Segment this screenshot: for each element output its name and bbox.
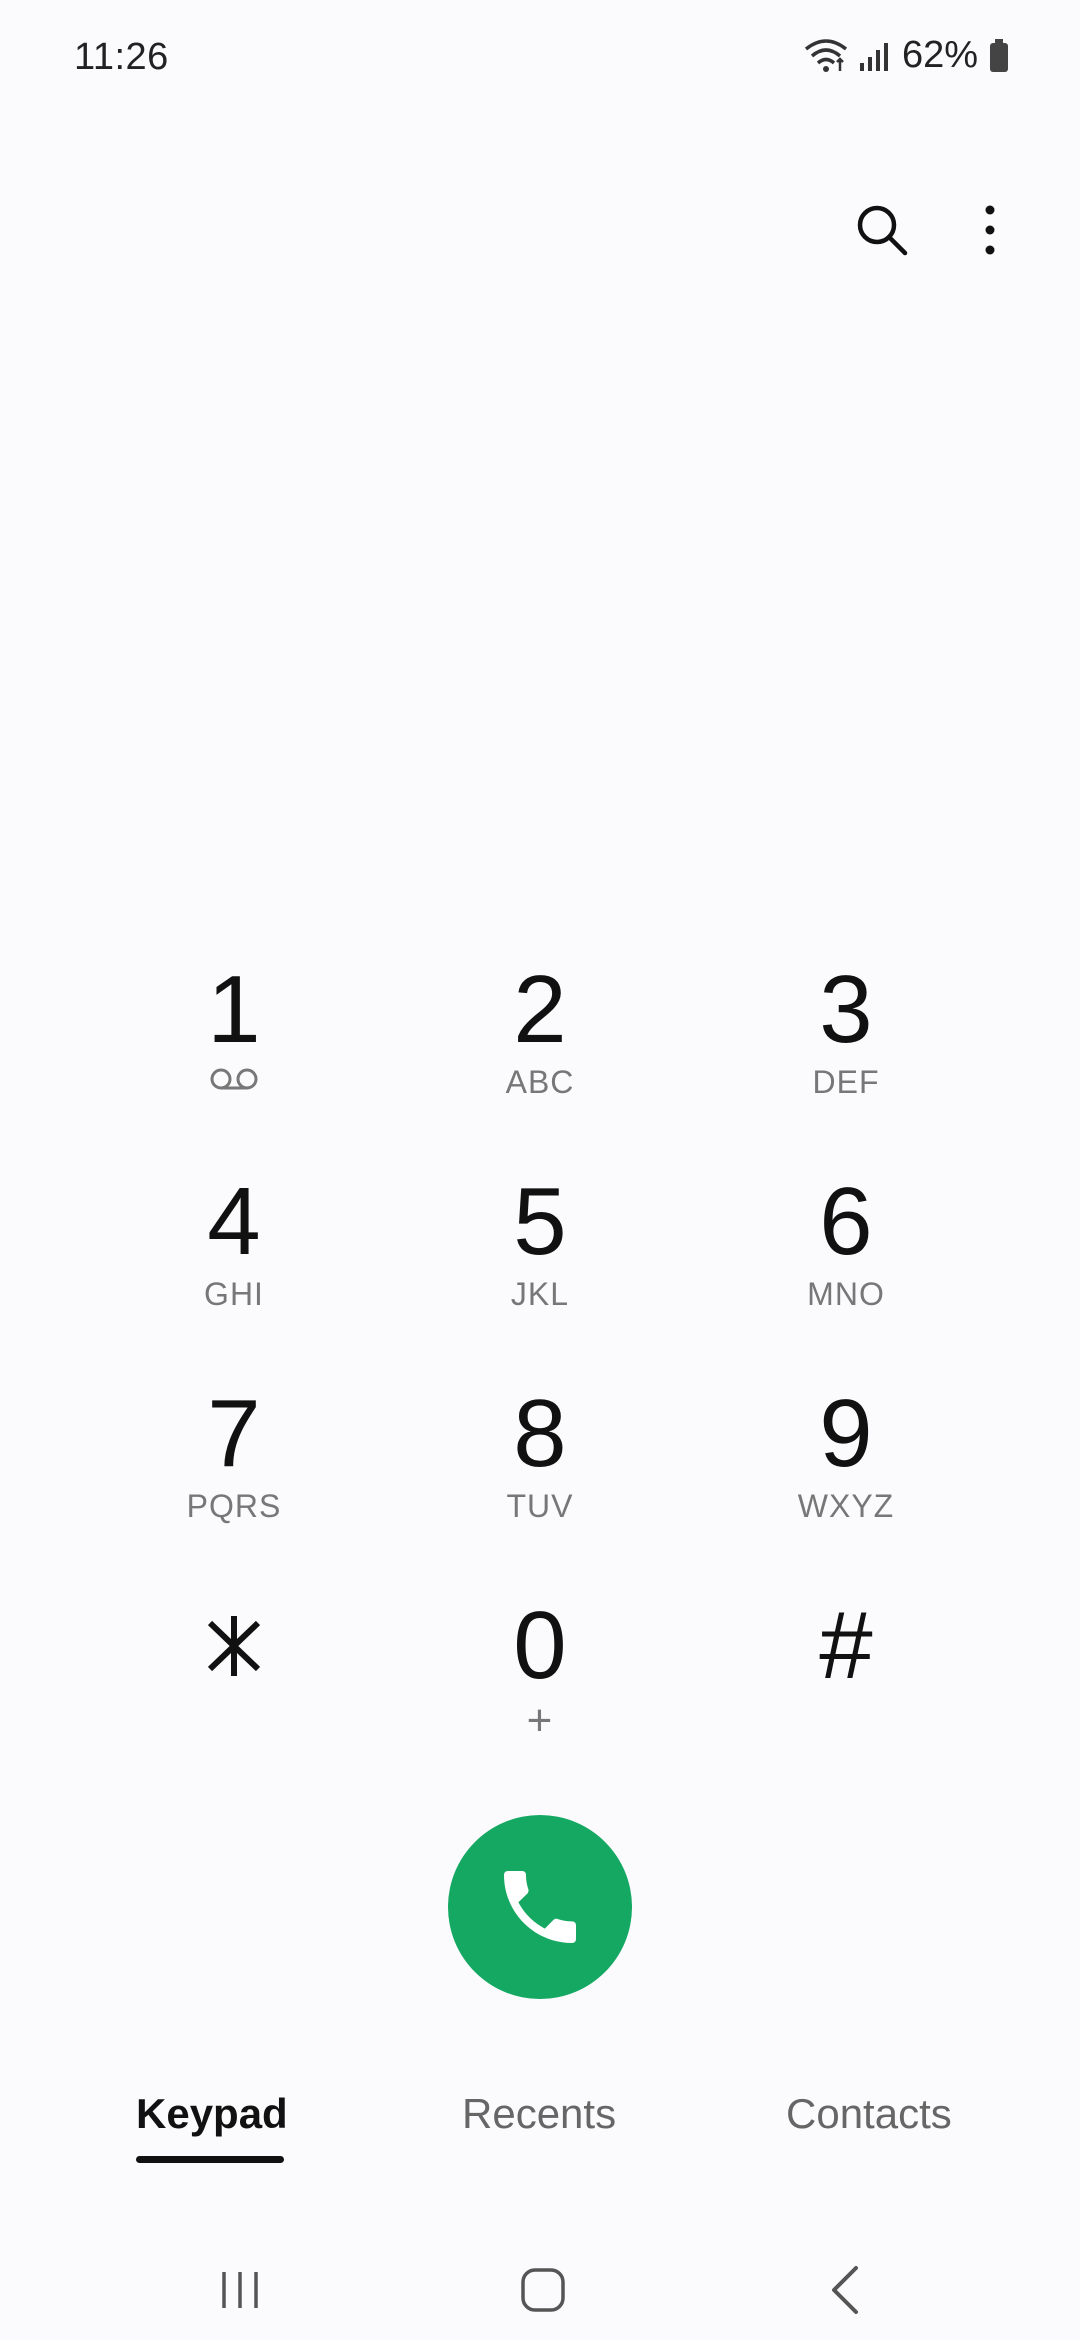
keypad-row: 0 + # bbox=[0, 1596, 1080, 1808]
key-letters: DEF bbox=[812, 1064, 880, 1100]
active-tab-indicator bbox=[136, 2156, 284, 2163]
key-star[interactable] bbox=[81, 1596, 387, 1808]
key-digit: 3 bbox=[819, 956, 873, 1063]
key-1[interactable]: 1 bbox=[81, 960, 387, 1172]
back-button[interactable] bbox=[806, 2250, 886, 2330]
key-letters: PQRS bbox=[186, 1488, 282, 1524]
key-letters: + bbox=[526, 1696, 554, 1745]
key-letters: JKL bbox=[510, 1276, 570, 1312]
key-digit: 8 bbox=[513, 1380, 567, 1487]
key-digit: 1 bbox=[207, 956, 261, 1063]
key-hash[interactable]: # bbox=[693, 1596, 999, 1808]
battery-icon bbox=[990, 38, 1008, 72]
key-digit: 9 bbox=[819, 1380, 873, 1487]
call-button[interactable] bbox=[448, 1815, 632, 1999]
key-0[interactable]: 0 + bbox=[387, 1596, 693, 1808]
search-icon bbox=[857, 205, 908, 256]
more-vert-icon bbox=[985, 205, 995, 255]
key-digit: 0 bbox=[513, 1592, 567, 1699]
keypad-row: 1 2 ABC 3 DEF bbox=[0, 960, 1080, 1172]
battery-percent: 62% bbox=[901, 34, 978, 76]
key-digit: 2 bbox=[513, 956, 567, 1063]
recent-apps-button[interactable] bbox=[200, 2250, 280, 2330]
voicemail-icon bbox=[209, 1064, 259, 1102]
more-options-button[interactable] bbox=[960, 200, 1020, 260]
home-button[interactable] bbox=[503, 2250, 583, 2330]
key-9[interactable]: 9 WXYZ bbox=[693, 1384, 999, 1596]
key-digit: 4 bbox=[207, 1168, 261, 1275]
key-letters: TUV bbox=[506, 1488, 574, 1524]
status-time: 11:26 bbox=[74, 36, 169, 78]
key-8[interactable]: 8 TUV bbox=[387, 1384, 693, 1596]
key-digit: 6 bbox=[819, 1168, 873, 1275]
dial-keypad: 1 2 ABC 3 DEF 4 GHI 5 JKL 6 MNO 7 PQRS 8… bbox=[0, 960, 1080, 1808]
status-icons: 62% bbox=[804, 34, 1010, 77]
wifi-icon bbox=[804, 38, 848, 72]
status-bar: 11:26 62% bbox=[0, 0, 1080, 120]
key-letters: MNO bbox=[807, 1276, 885, 1312]
key-4[interactable]: 4 GHI bbox=[81, 1172, 387, 1384]
key-digit: 7 bbox=[207, 1380, 261, 1487]
back-icon bbox=[832, 2266, 858, 2314]
bottom-tabs: Keypad Recents Contacts bbox=[0, 2090, 1080, 2190]
key-digit: 5 bbox=[513, 1168, 567, 1275]
top-actions bbox=[852, 200, 1020, 260]
phone-icon bbox=[504, 1871, 576, 1943]
signal-icon bbox=[859, 42, 888, 71]
key-3[interactable]: 3 DEF bbox=[693, 960, 999, 1172]
asterisk-icon bbox=[204, 1596, 264, 1696]
key-letters: WXYZ bbox=[797, 1488, 895, 1524]
system-nav-bar bbox=[0, 2240, 1080, 2340]
key-2[interactable]: 2 ABC bbox=[387, 960, 693, 1172]
tab-keypad[interactable]: Keypad bbox=[136, 2090, 288, 2138]
search-button[interactable] bbox=[852, 200, 912, 260]
key-5[interactable]: 5 JKL bbox=[387, 1172, 693, 1384]
tab-contacts[interactable]: Contacts bbox=[786, 2090, 952, 2138]
key-letters: ABC bbox=[505, 1064, 575, 1100]
key-7[interactable]: 7 PQRS bbox=[81, 1384, 387, 1596]
recent-apps-icon bbox=[222, 2272, 258, 2308]
key-6[interactable]: 6 MNO bbox=[693, 1172, 999, 1384]
key-digit: # bbox=[819, 1592, 873, 1699]
keypad-row: 7 PQRS 8 TUV 9 WXYZ bbox=[0, 1384, 1080, 1596]
keypad-row: 4 GHI 5 JKL 6 MNO bbox=[0, 1172, 1080, 1384]
tab-recents[interactable]: Recents bbox=[462, 2090, 616, 2138]
key-letters: GHI bbox=[204, 1276, 264, 1312]
home-icon bbox=[521, 2268, 565, 2312]
